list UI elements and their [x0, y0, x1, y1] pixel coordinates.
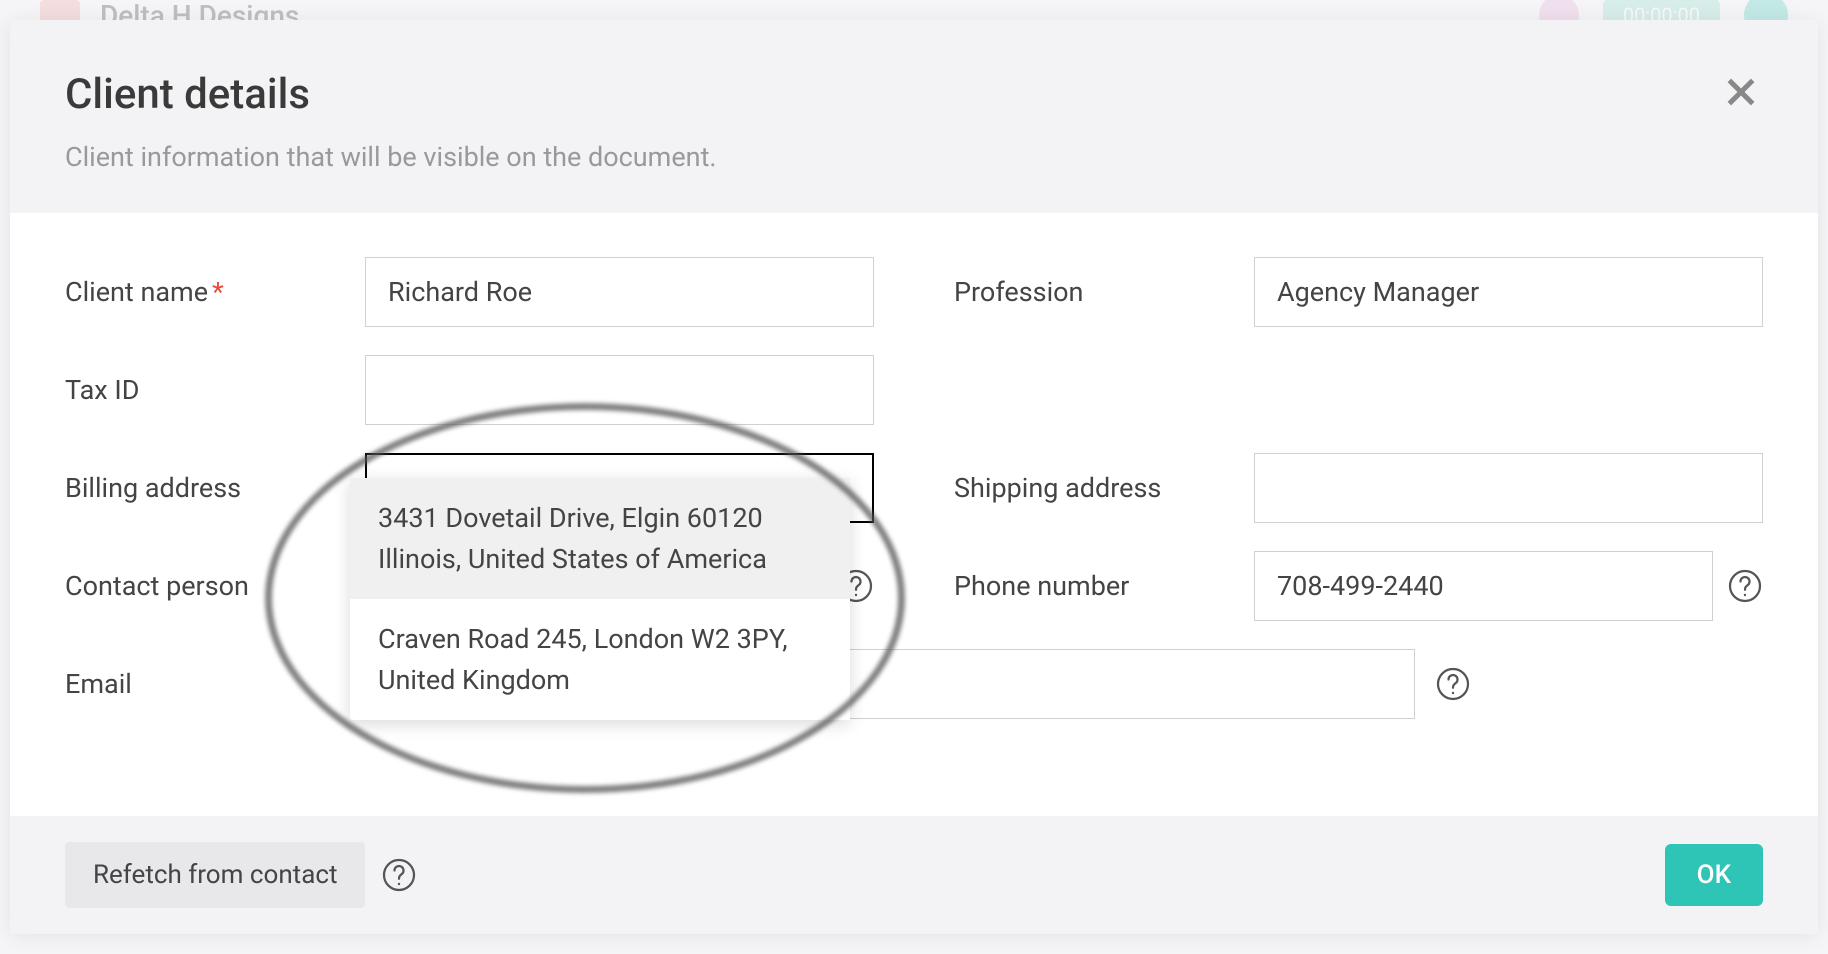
- close-icon: [1721, 72, 1761, 112]
- client-name-row: Client name*: [65, 257, 874, 327]
- ok-button[interactable]: OK: [1665, 844, 1763, 906]
- phone-number-label: Phone number: [954, 570, 1234, 602]
- tax-id-row: Tax ID: [65, 355, 874, 425]
- address-autocomplete-dropdown: 3431 Dovetail Drive, Elgin 60120 Illinoi…: [350, 478, 850, 720]
- email-row: Email: [65, 649, 1763, 719]
- modal-title: Client details: [65, 70, 1763, 119]
- contact-person-label: Contact person: [65, 570, 345, 602]
- profession-row: Profession: [954, 257, 1763, 327]
- client-name-input[interactable]: [365, 257, 874, 327]
- tax-id-label: Tax ID: [65, 374, 345, 406]
- billing-address-label: Billing address: [65, 472, 345, 504]
- close-button[interactable]: [1719, 70, 1763, 114]
- modal-subtitle: Client information that will be visible …: [65, 141, 1763, 173]
- phone-number-row: Phone number: [954, 551, 1763, 621]
- modal-footer: Refetch from contact OK: [10, 816, 1818, 934]
- modal-header: Client details Client information that w…: [10, 20, 1818, 213]
- tax-id-input[interactable]: [365, 355, 874, 425]
- email-help-icon[interactable]: [1435, 666, 1471, 702]
- phone-number-input[interactable]: [1254, 551, 1713, 621]
- shipping-address-label: Shipping address: [954, 472, 1234, 504]
- required-mark: *: [212, 276, 224, 308]
- refetch-help-icon[interactable]: [381, 857, 417, 893]
- profession-input[interactable]: [1254, 257, 1763, 327]
- refetch-button[interactable]: Refetch from contact: [65, 842, 365, 908]
- shipping-address-row: Shipping address: [954, 453, 1763, 523]
- dropdown-option[interactable]: 3431 Dovetail Drive, Elgin 60120 Illinoi…: [350, 478, 850, 599]
- email-label: Email: [65, 668, 345, 700]
- empty-row-1: [954, 355, 1763, 425]
- modal-body: Client name* Profession Tax ID Billing a…: [10, 213, 1818, 816]
- profession-label: Profession: [954, 276, 1234, 308]
- client-details-modal: Client details Client information that w…: [10, 20, 1818, 934]
- dropdown-option[interactable]: Craven Road 245, London W2 3PY, United K…: [350, 599, 850, 720]
- shipping-address-input[interactable]: [1254, 453, 1763, 523]
- client-name-label: Client name*: [65, 276, 345, 308]
- phone-number-help-icon[interactable]: [1727, 568, 1763, 604]
